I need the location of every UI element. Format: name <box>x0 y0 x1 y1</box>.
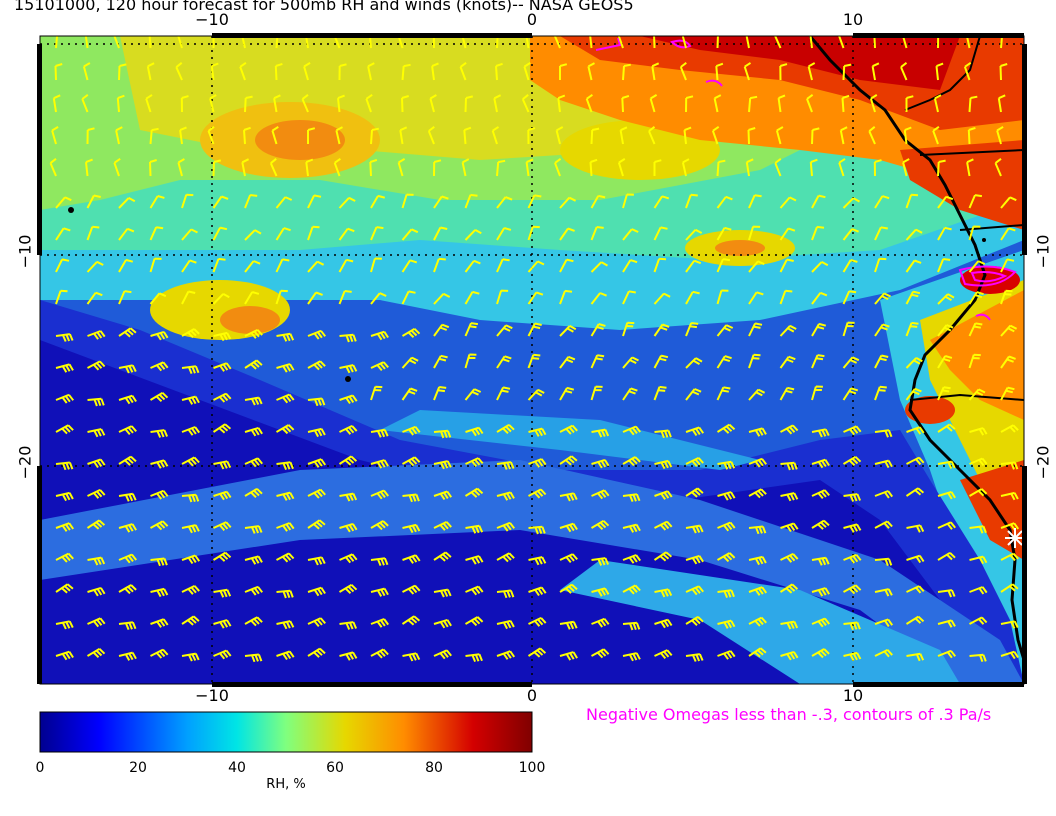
colorbar <box>39 711 533 753</box>
omega-note: Negative Omegas less than -.3, contours … <box>586 705 992 724</box>
colorbar-tick-0: 0 <box>35 760 45 776</box>
colorbar-tick-60: 60 <box>326 760 344 776</box>
colorbar-tick-100: 100 <box>518 760 546 776</box>
colorbar-label: RH, % <box>266 777 306 792</box>
colorbar-tick-20: 20 <box>129 760 147 776</box>
colorbar-tick-40: 40 <box>228 760 246 776</box>
colorbar-tick-80: 80 <box>425 760 443 776</box>
